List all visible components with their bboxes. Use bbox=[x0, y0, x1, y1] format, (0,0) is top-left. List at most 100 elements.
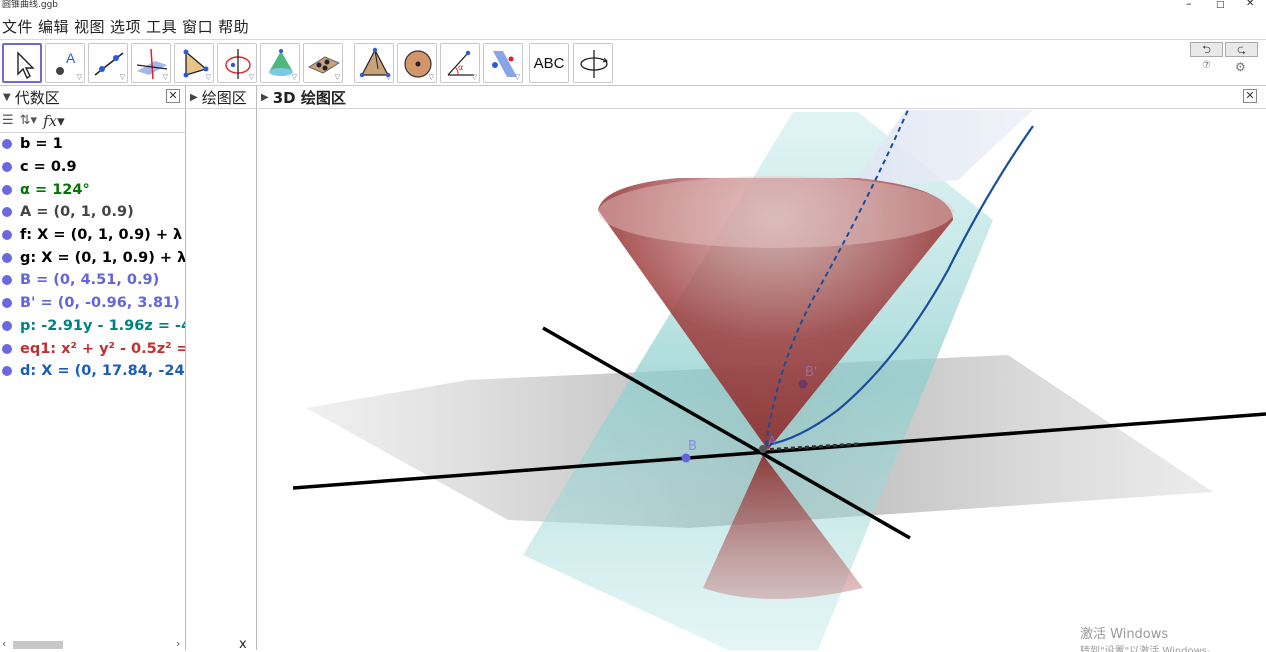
undo-button[interactable]: ⮌ bbox=[1190, 42, 1223, 57]
sphere-tool-button[interactable]: ▽ bbox=[397, 43, 437, 83]
view-3d-panel: ▶ 3D 绘图区 ✕ A B B' bbox=[258, 86, 1266, 650]
algebra-item[interactable]: p: -2.91y - 1.96z = -4.6 bbox=[0, 315, 185, 338]
graphics-panel: ▶ 绘图区 x bbox=[187, 86, 257, 652]
close-algebra-button[interactable]: ✕ bbox=[166, 89, 180, 103]
algebra-item[interactable]: f: X = (0, 1, 0.9) + λ (1, bbox=[0, 224, 185, 247]
algebra-item-text: B' = (0, -0.96, 3.81) bbox=[20, 295, 180, 312]
visibility-dot-icon[interactable] bbox=[2, 184, 12, 195]
algebra-item-text: p: -2.91y - 1.96z = -4.6 bbox=[20, 317, 185, 334]
text-tool-button[interactable]: ABC bbox=[529, 43, 569, 83]
algebra-item[interactable]: B' = (0, -0.96, 3.81) bbox=[0, 292, 185, 315]
menu-help[interactable]: 帮助 bbox=[216, 16, 252, 37]
algebra-item-text: eq1: x² + y² - 0.5z² = 0 bbox=[20, 340, 185, 357]
algebra-item-text: g: X = (0, 1, 0.9) + λ (0 bbox=[20, 249, 185, 266]
close-3d-view-button[interactable]: ✕ bbox=[1243, 89, 1257, 103]
dropdown-triangle-icon: ▽ bbox=[76, 73, 82, 81]
cone-tool-button[interactable]: ▽ bbox=[260, 43, 300, 83]
menu-bar: 文件 编辑 视图 选项 工具 窗口 帮助 bbox=[0, 13, 1266, 39]
expand-arrow-icon[interactable]: ▶ bbox=[261, 92, 269, 103]
dropdown-triangle-icon: ▽ bbox=[291, 73, 297, 81]
cone-top-rim bbox=[598, 176, 954, 248]
menu-window[interactable]: 窗口 bbox=[180, 16, 216, 37]
algebra-item-text: A = (0, 1, 0.9) bbox=[20, 204, 134, 221]
graphics-panel-header[interactable]: ▶ 绘图区 bbox=[187, 86, 256, 109]
circle-axis-tool-button[interactable]: ▽ bbox=[217, 43, 257, 83]
visibility-dot-icon[interactable] bbox=[2, 252, 12, 263]
move-tool-button[interactable] bbox=[2, 43, 42, 83]
point-A[interactable] bbox=[759, 445, 767, 453]
visibility-dot-icon[interactable] bbox=[2, 275, 12, 286]
visibility-dot-icon[interactable] bbox=[2, 230, 12, 241]
algebra-item[interactable]: B = (0, 4.51, 0.9) bbox=[0, 269, 185, 292]
minimize-button[interactable]: – bbox=[1186, 0, 1192, 9]
dropdown-triangle-icon: ▽ bbox=[205, 73, 211, 81]
visibility-dot-icon[interactable] bbox=[2, 343, 12, 354]
dropdown-triangle-icon: ▽ bbox=[471, 73, 477, 81]
visibility-dot-icon[interactable] bbox=[2, 207, 12, 218]
menu-view[interactable]: 视图 bbox=[72, 16, 108, 37]
algebra-item[interactable]: A = (0, 1, 0.9) bbox=[0, 201, 185, 224]
point-B[interactable] bbox=[681, 453, 691, 463]
window-title: 圆锥曲线.ggb bbox=[2, 0, 58, 10]
dropdown-triangle-icon: ▽ bbox=[514, 73, 520, 81]
menu-lines-icon[interactable]: ☰ bbox=[2, 113, 14, 128]
menu-edit[interactable]: 编辑 bbox=[36, 16, 72, 37]
maximize-button[interactable]: □ bbox=[1216, 0, 1225, 10]
pyramid-tool-button[interactable]: ▽ bbox=[354, 43, 394, 83]
view-3d-title: 3D 绘图区 bbox=[272, 88, 346, 107]
angle-tool-button[interactable]: α ▽ bbox=[440, 43, 480, 83]
dropdown-triangle-icon: ▽ bbox=[162, 73, 168, 81]
close-window-button[interactable]: ✕ bbox=[1246, 0, 1254, 9]
scroll-left-icon[interactable]: ‹ bbox=[2, 637, 6, 650]
algebra-item[interactable]: b = 1 bbox=[0, 133, 185, 156]
toolbar: A ▽ ▽ ▽ ▽ ▽ ▽ ▽ ▽ ▽ α ▽ ▽ ABC ⮌ ⮎ ⑦ ⚙ bbox=[0, 39, 1266, 86]
reflect-tool-button[interactable]: ▽ bbox=[483, 43, 523, 83]
horizontal-scrollbar[interactable]: ‹ › bbox=[0, 637, 186, 650]
watermark-line-2: 转到"设置"以激活 Windows。 bbox=[1080, 646, 1218, 652]
algebra-item-text: α = 124° bbox=[20, 181, 90, 198]
collapse-arrow-icon[interactable]: ▼ bbox=[3, 92, 11, 103]
algebra-item[interactable]: d: X = (0, 17.84, -24.07 bbox=[0, 360, 185, 383]
menu-tools[interactable]: 工具 bbox=[144, 16, 180, 37]
gear-icon[interactable]: ⚙ bbox=[1235, 60, 1246, 74]
point-tool-button[interactable]: A ▽ bbox=[45, 43, 85, 83]
algebra-panel: ▼ 代数区 ✕ ☰ ⇅▾ fx▾ b = 1 c = 0.9 α = 124° … bbox=[0, 86, 186, 650]
visibility-dot-icon[interactable] bbox=[2, 320, 12, 331]
line-tool-button[interactable]: ▽ bbox=[88, 43, 128, 83]
dropdown-triangle-icon: ▽ bbox=[248, 73, 254, 81]
rotate-view-icon bbox=[580, 50, 608, 78]
point-B-prime[interactable] bbox=[798, 379, 808, 389]
rotate-view-tool-button[interactable] bbox=[573, 43, 613, 83]
scroll-right-icon[interactable]: › bbox=[176, 637, 180, 650]
algebra-toolbar: ☰ ⇅▾ fx▾ bbox=[0, 109, 185, 133]
menu-options[interactable]: 选项 bbox=[108, 16, 144, 37]
plane-tool-button[interactable]: ▽ bbox=[303, 43, 343, 83]
visibility-dot-icon[interactable] bbox=[2, 298, 12, 309]
sort-icon[interactable]: ⇅▾ bbox=[20, 113, 37, 128]
3d-scene[interactable]: A B B' bbox=[258, 110, 1266, 650]
algebra-panel-header: ▼ 代数区 ✕ bbox=[0, 86, 185, 109]
help-icon[interactable]: ⑦ bbox=[1202, 60, 1211, 71]
algebra-list: b = 1 c = 0.9 α = 124° A = (0, 1, 0.9) f… bbox=[0, 133, 185, 383]
svg-text:α: α bbox=[458, 63, 463, 72]
algebra-item[interactable]: g: X = (0, 1, 0.9) + λ (0 bbox=[0, 246, 185, 269]
dropdown-triangle-icon: ▽ bbox=[334, 73, 340, 81]
algebra-item[interactable]: c = 0.9 bbox=[0, 156, 185, 179]
point-A-label: A bbox=[768, 434, 777, 448]
redo-button[interactable]: ⮎ bbox=[1225, 42, 1258, 57]
scrollbar-thumb[interactable] bbox=[13, 641, 63, 649]
view-3d-header[interactable]: ▶ 3D 绘图区 ✕ bbox=[258, 86, 1266, 109]
visibility-dot-icon[interactable] bbox=[2, 139, 12, 150]
point-B-label: B bbox=[688, 439, 697, 454]
point-B-prime-label: B' bbox=[805, 365, 818, 380]
algebra-item[interactable]: α = 124° bbox=[0, 178, 185, 201]
visibility-dot-icon[interactable] bbox=[2, 162, 12, 173]
expand-arrow-icon[interactable]: ▶ bbox=[190, 92, 198, 103]
algebra-item[interactable]: eq1: x² + y² - 0.5z² = 0 bbox=[0, 337, 185, 360]
perpendicular-tool-button[interactable]: ▽ bbox=[131, 43, 171, 83]
move-tool-icon bbox=[17, 51, 35, 80]
fx-icon[interactable]: fx▾ bbox=[43, 112, 65, 130]
menu-file[interactable]: 文件 bbox=[0, 16, 36, 37]
visibility-dot-icon[interactable] bbox=[2, 366, 12, 377]
polygon-tool-button[interactable]: ▽ bbox=[174, 43, 214, 83]
